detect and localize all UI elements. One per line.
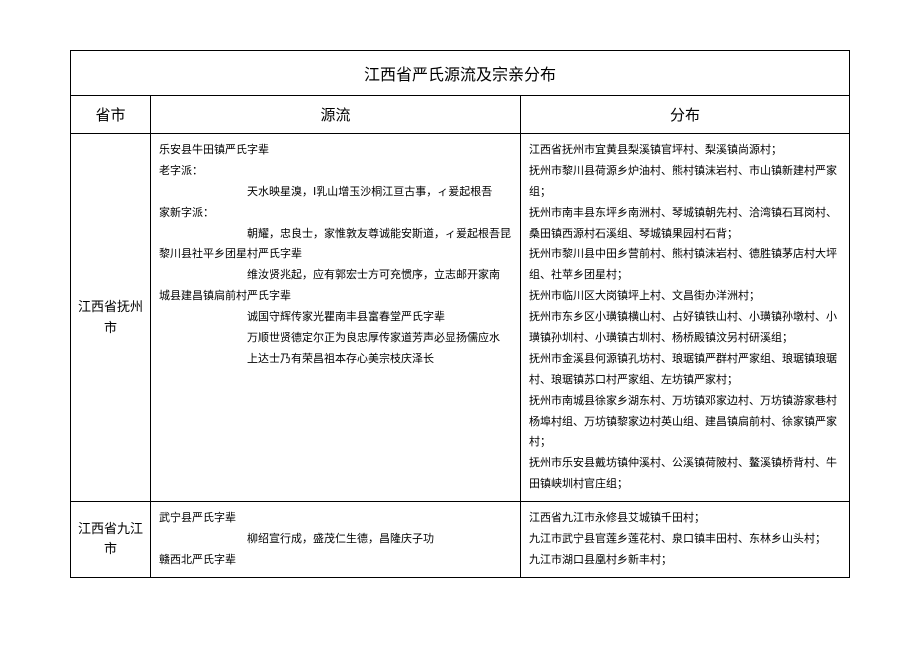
region-cell-0: 江西省抚州市 — [71, 134, 151, 502]
table-row: 江西省抚州市 乐安县牛田镇严氏字辈 老字派： 天水映星溴，Ⅰ乳山增玉沙桐江亘古事… — [71, 134, 850, 502]
header-region: 省市 — [71, 96, 151, 134]
region-cell-1: 江西省九江市 — [71, 502, 151, 578]
header-yuanliu: 源流 — [151, 96, 521, 134]
fenbu-cell-0: 江西省抚州市宜黄县梨溪镇官坪村、梨溪镇尚源村； 抚州市黎川县荷源乡炉油村、熊村镇… — [521, 134, 850, 502]
table-row: 江西省九江市 武宁县严氏字辈 柳绍宣行成，盛茂仁生德，昌隆庆子功 赣西北严氏字辈… — [71, 502, 850, 578]
fenbu-cell-1: 江西省九江市永修县艾城镇千田村； 九江市武宁县官莲乡莲花村、泉口镇丰田村、东林乡… — [521, 502, 850, 578]
yuanliu-cell-0: 乐安县牛田镇严氏字辈 老字派： 天水映星溴，Ⅰ乳山增玉沙桐江亘古事，ィ爰起根吾 … — [151, 134, 521, 502]
header-fenbu: 分布 — [521, 96, 850, 134]
distribution-table: 江西省严氏源流及宗亲分布 省市 源流 分布 江西省抚州市 乐安县牛田镇严氏字辈 … — [70, 50, 850, 578]
table-title: 江西省严氏源流及宗亲分布 — [71, 51, 850, 96]
yuanliu-cell-1: 武宁县严氏字辈 柳绍宣行成，盛茂仁生德，昌隆庆子功 赣西北严氏字辈 — [151, 502, 521, 578]
